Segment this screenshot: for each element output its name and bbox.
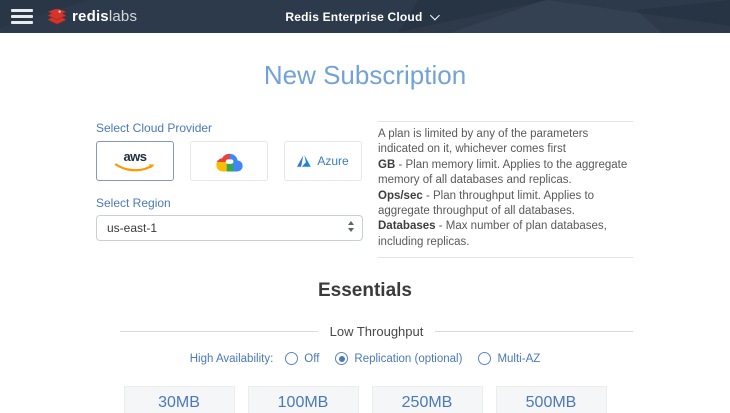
aws-logo: aws [114, 150, 156, 172]
azure-logo [297, 155, 312, 167]
provider-azure[interactable]: Azure [284, 141, 362, 181]
region-select-wrap: us-east-1 [96, 215, 363, 241]
high-availability-row: High Availability: Off Replication (opti… [0, 352, 730, 366]
group-divider: Low Throughput [120, 324, 633, 339]
app-switcher-label: Redis Enterprise Cloud [285, 9, 423, 24]
group-title: Low Throughput [329, 324, 424, 340]
ha-option-off[interactable]: Off [285, 352, 319, 366]
plan-info-gb: GB - Plan memory limit. Applies to the a… [378, 158, 628, 187]
app-switcher[interactable]: Redis Enterprise Cloud [285, 9, 440, 24]
plan-size: 30MB [124, 387, 234, 413]
plan-size: 500MB [496, 387, 606, 413]
provider-google-cloud[interactable] [190, 141, 268, 181]
radio-icon [478, 352, 492, 366]
region-label: Select Region [96, 196, 171, 210]
ha-option-multi-az[interactable]: Multi-AZ [478, 352, 540, 366]
provider-aws[interactable]: aws [96, 141, 174, 181]
chevron-down-icon [430, 10, 440, 20]
hamburger-icon[interactable] [11, 9, 33, 24]
subscription-form: Select Cloud Provider aws Azure Select R… [96, 121, 730, 259]
top-header: redislabs Redis Enterprise Cloud [0, 0, 730, 33]
cloud-provider-label: Select Cloud Provider [96, 121, 213, 135]
plan-info-text: A plan is limited by any of the paramete… [378, 121, 633, 259]
tier-title: Essentials [318, 280, 412, 302]
plan-info-intro: A plan is limited by any of the paramete… [378, 128, 589, 156]
plan-info-opssec: Ops/sec - Plan throughput limit. Applies… [378, 189, 595, 218]
radio-icon [335, 352, 349, 366]
plan-card-500mb[interactable]: 500MB 12 Databases [495, 386, 607, 413]
redislabs-logo[interactable]: redislabs [48, 8, 137, 25]
ha-option-replication[interactable]: Replication (optional) [335, 352, 462, 366]
azure-label: Azure [317, 154, 349, 168]
plan-cards-row: 30MB 1 Databases 100MB 4 Databases 250MB… [0, 386, 730, 413]
high-availability-label: High Availability: [189, 352, 274, 365]
plan-card-30mb[interactable]: 30MB 1 Databases [123, 386, 235, 413]
provider-region-column: Select Cloud Provider aws Azure Select R… [96, 121, 363, 258]
region-select[interactable]: us-east-1 [96, 215, 363, 241]
google-cloud-logo [215, 153, 243, 171]
page-title: New Subscription [263, 60, 467, 90]
plan-size: 100MB [248, 387, 358, 413]
plan-card-100mb[interactable]: 100MB 4 Databases [247, 386, 359, 413]
redis-cube-icon [48, 8, 66, 24]
provider-row: aws Azure [96, 141, 363, 181]
plan-card-250mb[interactable]: 250MB 8 Databases [371, 386, 483, 413]
plan-info-databases: Databases - Max number of plan databases… [378, 220, 607, 248]
logo-text: redislabs [72, 8, 138, 25]
plan-size: 250MB [372, 387, 482, 413]
radio-icon [285, 352, 299, 366]
